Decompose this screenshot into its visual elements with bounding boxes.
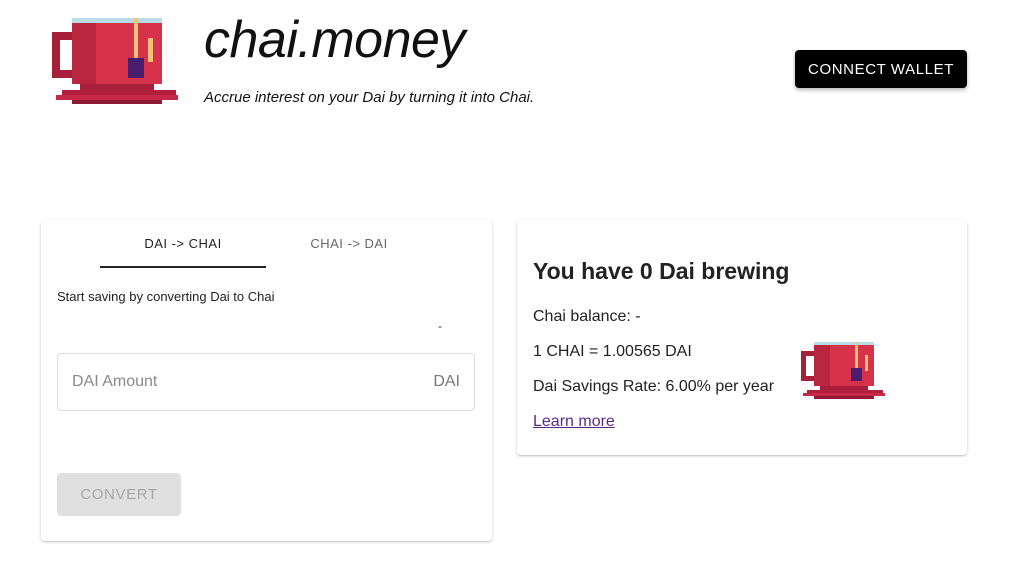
teacup-logo-icon [52, 18, 178, 104]
amount-unit-label: DAI [433, 373, 460, 390]
savings-rate-text: Dai Savings Rate: 6.00% per year [533, 378, 775, 395]
learn-more-link[interactable]: Learn more [533, 413, 615, 431]
connect-wallet-button[interactable]: CONNECT WALLET [795, 50, 967, 88]
converter-description: Start saving by converting Dai to Chai [57, 289, 275, 304]
brewing-title: You have 0 Dai brewing [533, 258, 790, 284]
summary-card: You have 0 Dai brewing Chai balance: - 1… [517, 220, 967, 455]
dai-balance-value: - [438, 319, 442, 333]
tab-dai-to-chai[interactable]: DAI -> CHAI [100, 220, 266, 268]
dai-amount-input[interactable] [58, 354, 418, 410]
exchange-rate-text: 1 CHAI = 1.00565 DAI [533, 343, 692, 360]
tab-chai-to-dai[interactable]: CHAI -> DAI [266, 220, 432, 268]
active-tab-indicator [100, 266, 266, 268]
site-title: chai.money [204, 11, 465, 69]
chai-balance-text: Chai balance: - [533, 308, 641, 325]
convert-button[interactable]: CONVERT [57, 473, 181, 516]
teacup-icon [801, 342, 885, 399]
dai-amount-field: DAI [57, 353, 475, 411]
tagline: Accrue interest on your Dai by turning i… [204, 89, 535, 106]
converter-card: DAI -> CHAI CHAI -> DAI Start saving by … [41, 220, 492, 541]
